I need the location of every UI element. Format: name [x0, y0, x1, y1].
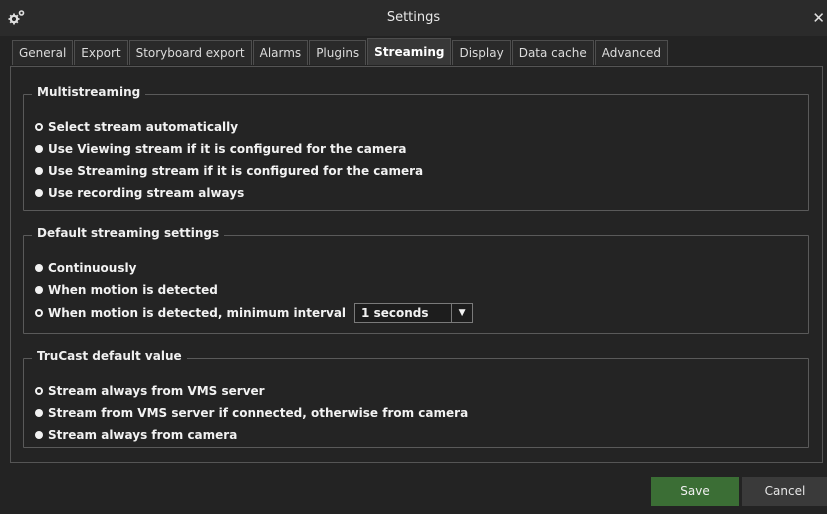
tab-streaming[interactable]: Streaming — [367, 38, 452, 65]
tab-export[interactable]: Export — [74, 40, 128, 65]
radio-indicator[interactable] — [35, 264, 43, 272]
option-label: When motion is detected — [48, 283, 218, 297]
radio-indicator[interactable] — [35, 123, 43, 131]
multistreaming-group: Multistreaming Select stream automatical… — [23, 85, 809, 211]
radio-indicator[interactable] — [35, 167, 43, 175]
radio-indicator[interactable] — [35, 431, 43, 439]
radio-use-viewing-stream[interactable]: Use Viewing stream if it is configured f… — [35, 142, 407, 156]
title-bar: Settings ✕ — [0, 0, 827, 36]
radio-continuously[interactable]: Continuously — [35, 261, 136, 275]
radio-use-streaming-stream[interactable]: Use Streaming stream if it is configured… — [35, 164, 423, 178]
radio-stream-always-camera[interactable]: Stream always from camera — [35, 428, 237, 442]
radio-stream-always-vms[interactable]: Stream always from VMS server — [35, 384, 265, 398]
tab-alarms[interactable]: Alarms — [252, 40, 309, 65]
radio-indicator[interactable] — [35, 189, 43, 197]
tab-plugins[interactable]: Plugins — [309, 40, 367, 65]
radio-select-stream-automatically[interactable]: Select stream automatically — [35, 120, 238, 134]
option-label: When motion is detected, minimum interva… — [48, 306, 347, 320]
multistreaming-title: Multistreaming — [32, 85, 146, 99]
radio-motion-minimum-interval[interactable]: When motion is detected, minimum interva… — [35, 303, 474, 323]
interval-value: 1 seconds — [361, 306, 429, 320]
radio-indicator[interactable] — [35, 286, 43, 294]
default-streaming-group: Default streaming settings Continuously … — [23, 226, 809, 334]
radio-use-recording-stream[interactable]: Use recording stream always — [35, 186, 244, 200]
option-label: Stream always from camera — [48, 428, 238, 442]
tab-data-cache[interactable]: Data cache — [511, 40, 594, 65]
streaming-panel: Multistreaming Select stream automatical… — [10, 66, 823, 463]
window-title: Settings — [386, 10, 441, 25]
tab-general[interactable]: General — [12, 40, 74, 65]
trucast-title: TruCast default value — [32, 349, 187, 363]
tab-bar: General Export Storyboard export Alarms … — [12, 38, 669, 66]
option-label: Stream always from VMS server — [48, 384, 265, 398]
default-streaming-title: Default streaming settings — [32, 226, 225, 240]
radio-when-motion-detected[interactable]: When motion is detected — [35, 283, 218, 297]
chevron-down-icon[interactable]: ▼ — [451, 304, 472, 322]
save-button[interactable]: Save — [651, 477, 739, 506]
trucast-group: TruCast default value Stream always from… — [23, 349, 809, 448]
option-label: Use Viewing stream if it is configured f… — [48, 142, 407, 156]
radio-stream-vms-if-connected[interactable]: Stream from VMS server if connected, oth… — [35, 406, 468, 420]
tab-storyboard-export[interactable]: Storyboard export — [128, 40, 252, 65]
option-label: Select stream automatically — [48, 120, 239, 134]
close-icon[interactable]: ✕ — [812, 9, 825, 27]
option-label: Stream from VMS server if connected, oth… — [48, 406, 469, 420]
dialog-footer: Save Cancel — [0, 466, 827, 514]
option-label: Continuously — [48, 261, 137, 275]
interval-select[interactable]: 1 seconds ▼ — [354, 303, 474, 323]
radio-indicator[interactable] — [35, 145, 43, 153]
radio-indicator[interactable] — [35, 409, 43, 417]
option-label: Use Streaming stream if it is configured… — [48, 164, 424, 178]
radio-indicator[interactable] — [35, 309, 43, 317]
option-label: Use recording stream always — [48, 186, 245, 200]
tab-advanced[interactable]: Advanced — [594, 40, 668, 65]
radio-indicator[interactable] — [35, 387, 43, 395]
tab-display[interactable]: Display — [452, 40, 511, 65]
cancel-button[interactable]: Cancel — [742, 477, 827, 506]
